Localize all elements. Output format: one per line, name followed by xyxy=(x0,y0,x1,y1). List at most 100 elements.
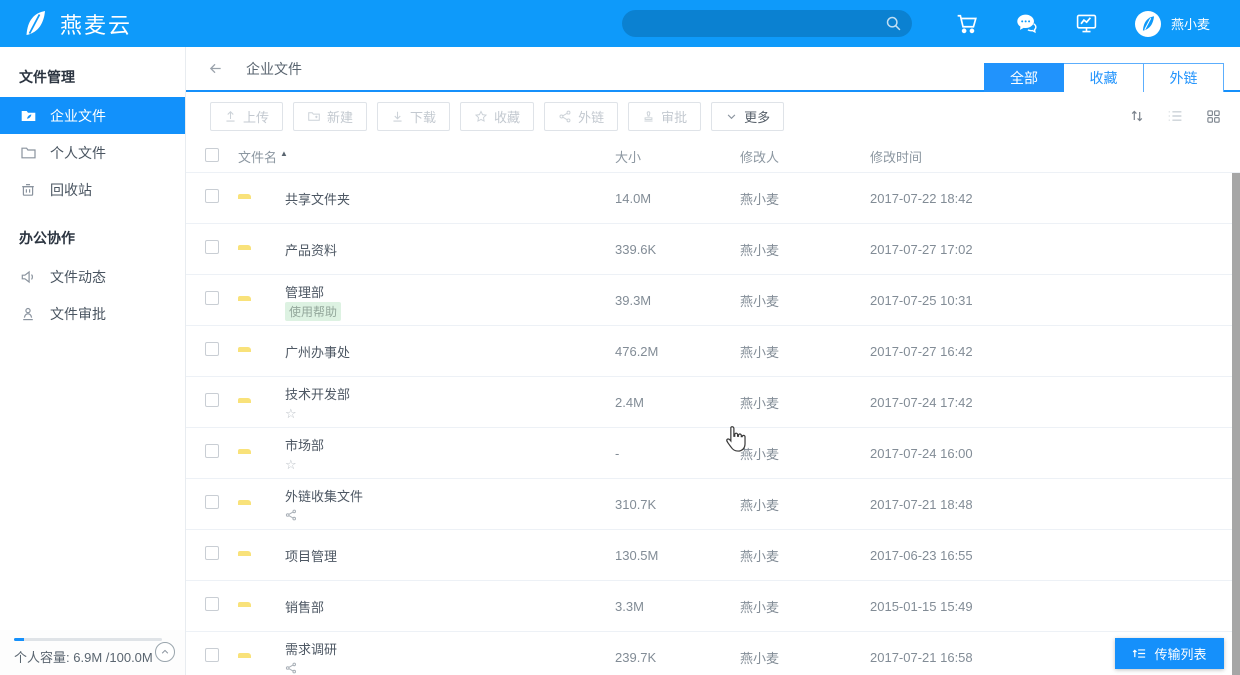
sidebar-section-file-management: 文件管理 xyxy=(0,47,185,97)
upload-button[interactable]: 上传 xyxy=(210,102,283,131)
avatar[interactable] xyxy=(1135,11,1161,37)
search-input[interactable] xyxy=(622,10,912,37)
file-name[interactable]: 管理部 xyxy=(285,282,615,301)
file-modifier: 燕小麦 xyxy=(740,546,870,565)
cart-icon[interactable] xyxy=(955,12,979,36)
table-row[interactable]: 技术开发部 ☆ 2.4M 燕小麦 2017-07-24 17:42 xyxy=(186,377,1240,428)
tab-external-links[interactable]: 外链 xyxy=(1144,63,1224,92)
speaker-icon xyxy=(19,268,37,286)
sidebar-item-file-approval[interactable]: 文件审批 xyxy=(0,295,185,332)
list-view-icon[interactable] xyxy=(1166,107,1184,125)
user-menu[interactable]: 燕小麦 xyxy=(1135,11,1210,37)
file-name[interactable]: 共享文件夹 xyxy=(285,189,615,208)
column-header-name[interactable]: 文件名 ▲ xyxy=(238,147,615,166)
table-row[interactable]: 市场部 ☆ - 燕小麦 2017-07-24 16:00 xyxy=(186,428,1240,479)
column-header-modifier[interactable]: 修改人 xyxy=(740,147,870,166)
file-modifier: 燕小麦 xyxy=(740,495,870,514)
tab-favorites[interactable]: 收藏 xyxy=(1064,63,1144,92)
row-checkbox[interactable] xyxy=(205,495,219,509)
table-row[interactable]: 需求调研 239.7K 燕小麦 2017-07-21 16:58 xyxy=(186,632,1240,675)
column-header-time[interactable]: 修改时间 xyxy=(870,147,1240,166)
capacity-progress-fill xyxy=(14,638,24,641)
row-checkbox[interactable] xyxy=(205,597,219,611)
file-modifier: 燕小麦 xyxy=(740,189,870,208)
file-time: 2017-07-27 16:42 xyxy=(870,344,1240,359)
approve-button[interactable]: 审批 xyxy=(628,102,701,131)
storage-capacity-widget: 个人容量: 6.9M /100.0M xyxy=(0,630,185,675)
file-time: 2017-07-25 10:31 xyxy=(870,293,1240,308)
external-link-button[interactable]: 外链 xyxy=(544,102,618,131)
chat-icon[interactable] xyxy=(1015,12,1039,36)
file-name[interactable]: 市场部 xyxy=(285,435,615,454)
table-row[interactable]: 外链收集文件 310.7K 燕小麦 2017-07-21 18:48 xyxy=(186,479,1240,530)
transfer-list-button[interactable]: 传输列表 xyxy=(1115,638,1224,669)
file-time: 2017-07-24 16:00 xyxy=(870,446,1240,461)
file-modifier: 燕小麦 xyxy=(740,291,870,310)
top-header-bar: 燕麦云 xyxy=(0,0,1240,47)
trash-icon xyxy=(19,181,37,199)
table-row[interactable]: 共享文件夹 14.0M 燕小麦 2017-07-22 18:42 xyxy=(186,173,1240,224)
help-badge: 使用帮助 xyxy=(285,302,341,321)
file-name[interactable]: 广州办事处 xyxy=(285,342,615,361)
sidebar-item-file-activity[interactable]: 文件动态 xyxy=(0,258,185,295)
row-checkbox[interactable] xyxy=(205,648,219,662)
table-row[interactable]: 产品资料 339.6K 燕小麦 2017-07-27 17:02 xyxy=(186,224,1240,275)
back-button[interactable] xyxy=(207,61,224,76)
view-toggle-group xyxy=(1128,92,1222,140)
grid-view-icon[interactable] xyxy=(1204,107,1222,125)
favorite-button[interactable]: 收藏 xyxy=(460,102,534,131)
table-row[interactable]: 管理部 使用帮助 39.3M 燕小麦 2017-07-25 10:31 xyxy=(186,275,1240,326)
table-row[interactable]: 项目管理 130.5M 燕小麦 2017-06-23 16:55 xyxy=(186,530,1240,581)
new-folder-icon xyxy=(307,110,321,123)
select-all-checkbox[interactable] xyxy=(205,148,219,162)
sidebar-item-enterprise-files[interactable]: 企业文件 xyxy=(0,97,185,134)
file-modifier: 燕小麦 xyxy=(740,240,870,259)
file-name[interactable]: 技术开发部 xyxy=(285,384,615,403)
vertical-scrollbar[interactable] xyxy=(1232,173,1240,675)
file-name[interactable]: 外链收集文件 xyxy=(285,486,615,505)
file-name[interactable]: 销售部 xyxy=(285,597,615,616)
row-checkbox[interactable] xyxy=(205,546,219,560)
sidebar-item-recycle-bin[interactable]: 回收站 xyxy=(0,171,185,208)
toolbar: 上传 新建 下载 收藏 外链 审批 xyxy=(186,92,1240,140)
row-checkbox[interactable] xyxy=(205,342,219,356)
sidebar-item-label: 个人文件 xyxy=(50,143,106,163)
capacity-collapse-button[interactable] xyxy=(155,642,175,662)
file-list: 共享文件夹 14.0M 燕小麦 2017-07-22 18:42 产品资料 33… xyxy=(186,173,1240,675)
table-row[interactable]: 销售部 3.3M 燕小麦 2015-01-15 15:49 xyxy=(186,581,1240,632)
row-checkbox[interactable] xyxy=(205,393,219,407)
sidebar-item-label: 文件审批 xyxy=(50,304,106,324)
more-button[interactable]: 更多 xyxy=(711,102,784,131)
search-icon[interactable] xyxy=(885,15,902,32)
app-logo[interactable]: 燕麦云 xyxy=(0,8,360,40)
app-window: 燕麦云 xyxy=(0,0,1240,675)
table-row[interactable]: 广州办事处 476.2M 燕小麦 2017-07-27 16:42 xyxy=(186,326,1240,377)
row-checkbox[interactable] xyxy=(205,444,219,458)
shared-link-icon xyxy=(285,509,297,521)
sidebar-item-label: 文件动态 xyxy=(50,267,106,287)
filter-tabs: 全部 收藏 外链 xyxy=(984,63,1224,92)
transfer-list-icon xyxy=(1132,646,1147,661)
approval-icon xyxy=(19,305,37,323)
sidebar-item-personal-files[interactable]: 个人文件 xyxy=(0,134,185,171)
tab-all[interactable]: 全部 xyxy=(984,63,1064,92)
new-folder-button[interactable]: 新建 xyxy=(293,102,367,131)
column-header-size[interactable]: 大小 xyxy=(615,147,740,166)
row-checkbox[interactable] xyxy=(205,240,219,254)
capacity-progress-bar xyxy=(14,638,162,641)
shared-link-icon xyxy=(285,662,297,674)
sort-icon[interactable] xyxy=(1128,107,1146,125)
row-checkbox[interactable] xyxy=(205,189,219,203)
file-size: 239.7K xyxy=(615,650,740,665)
row-checkbox[interactable] xyxy=(205,291,219,305)
file-name[interactable]: 产品资料 xyxy=(285,240,615,259)
sidebar-item-label: 企业文件 xyxy=(50,106,106,126)
file-time: 2015-01-15 15:49 xyxy=(870,599,1240,614)
file-name[interactable]: 项目管理 xyxy=(285,546,615,565)
file-size: - xyxy=(615,446,740,461)
download-button[interactable]: 下载 xyxy=(377,102,450,131)
file-size: 3.3M xyxy=(615,599,740,614)
monitor-icon[interactable] xyxy=(1075,12,1099,36)
breadcrumb[interactable]: 企业文件 xyxy=(246,59,302,79)
file-name[interactable]: 需求调研 xyxy=(285,639,615,658)
